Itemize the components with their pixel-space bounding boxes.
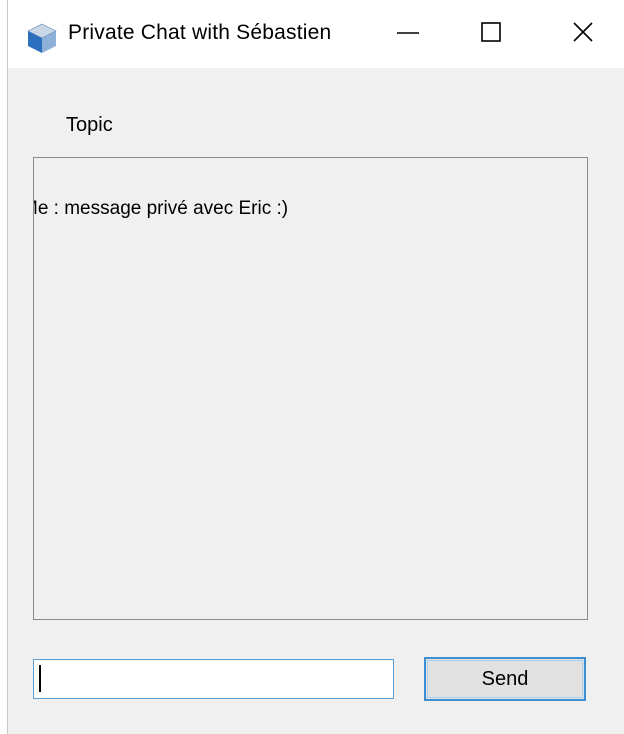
topic-label: Topic	[66, 114, 113, 136]
text-caret	[39, 665, 41, 692]
minimize-icon	[396, 20, 420, 49]
maximize-icon	[480, 21, 502, 48]
title-bar[interactable]: Private Chat with Sébastien	[8, 0, 624, 68]
close-icon	[572, 21, 594, 48]
chat-message: Me : message privé avec Eric :)	[33, 198, 289, 219]
message-input[interactable]	[33, 659, 394, 699]
minimize-button[interactable]	[363, 0, 453, 68]
close-button[interactable]	[538, 0, 624, 68]
app-cube-icon	[24, 20, 60, 56]
maximize-button[interactable]	[446, 0, 536, 68]
chat-history[interactable]: Me : message privé avec Eric :)	[33, 157, 588, 620]
window-title: Private Chat with Sébastien	[68, 21, 332, 44]
chat-window: Private Chat with Sébastien Topic Me: m…	[0, 0, 624, 734]
window-left-edge	[0, 0, 8, 734]
send-button[interactable]: Send	[424, 657, 586, 701]
